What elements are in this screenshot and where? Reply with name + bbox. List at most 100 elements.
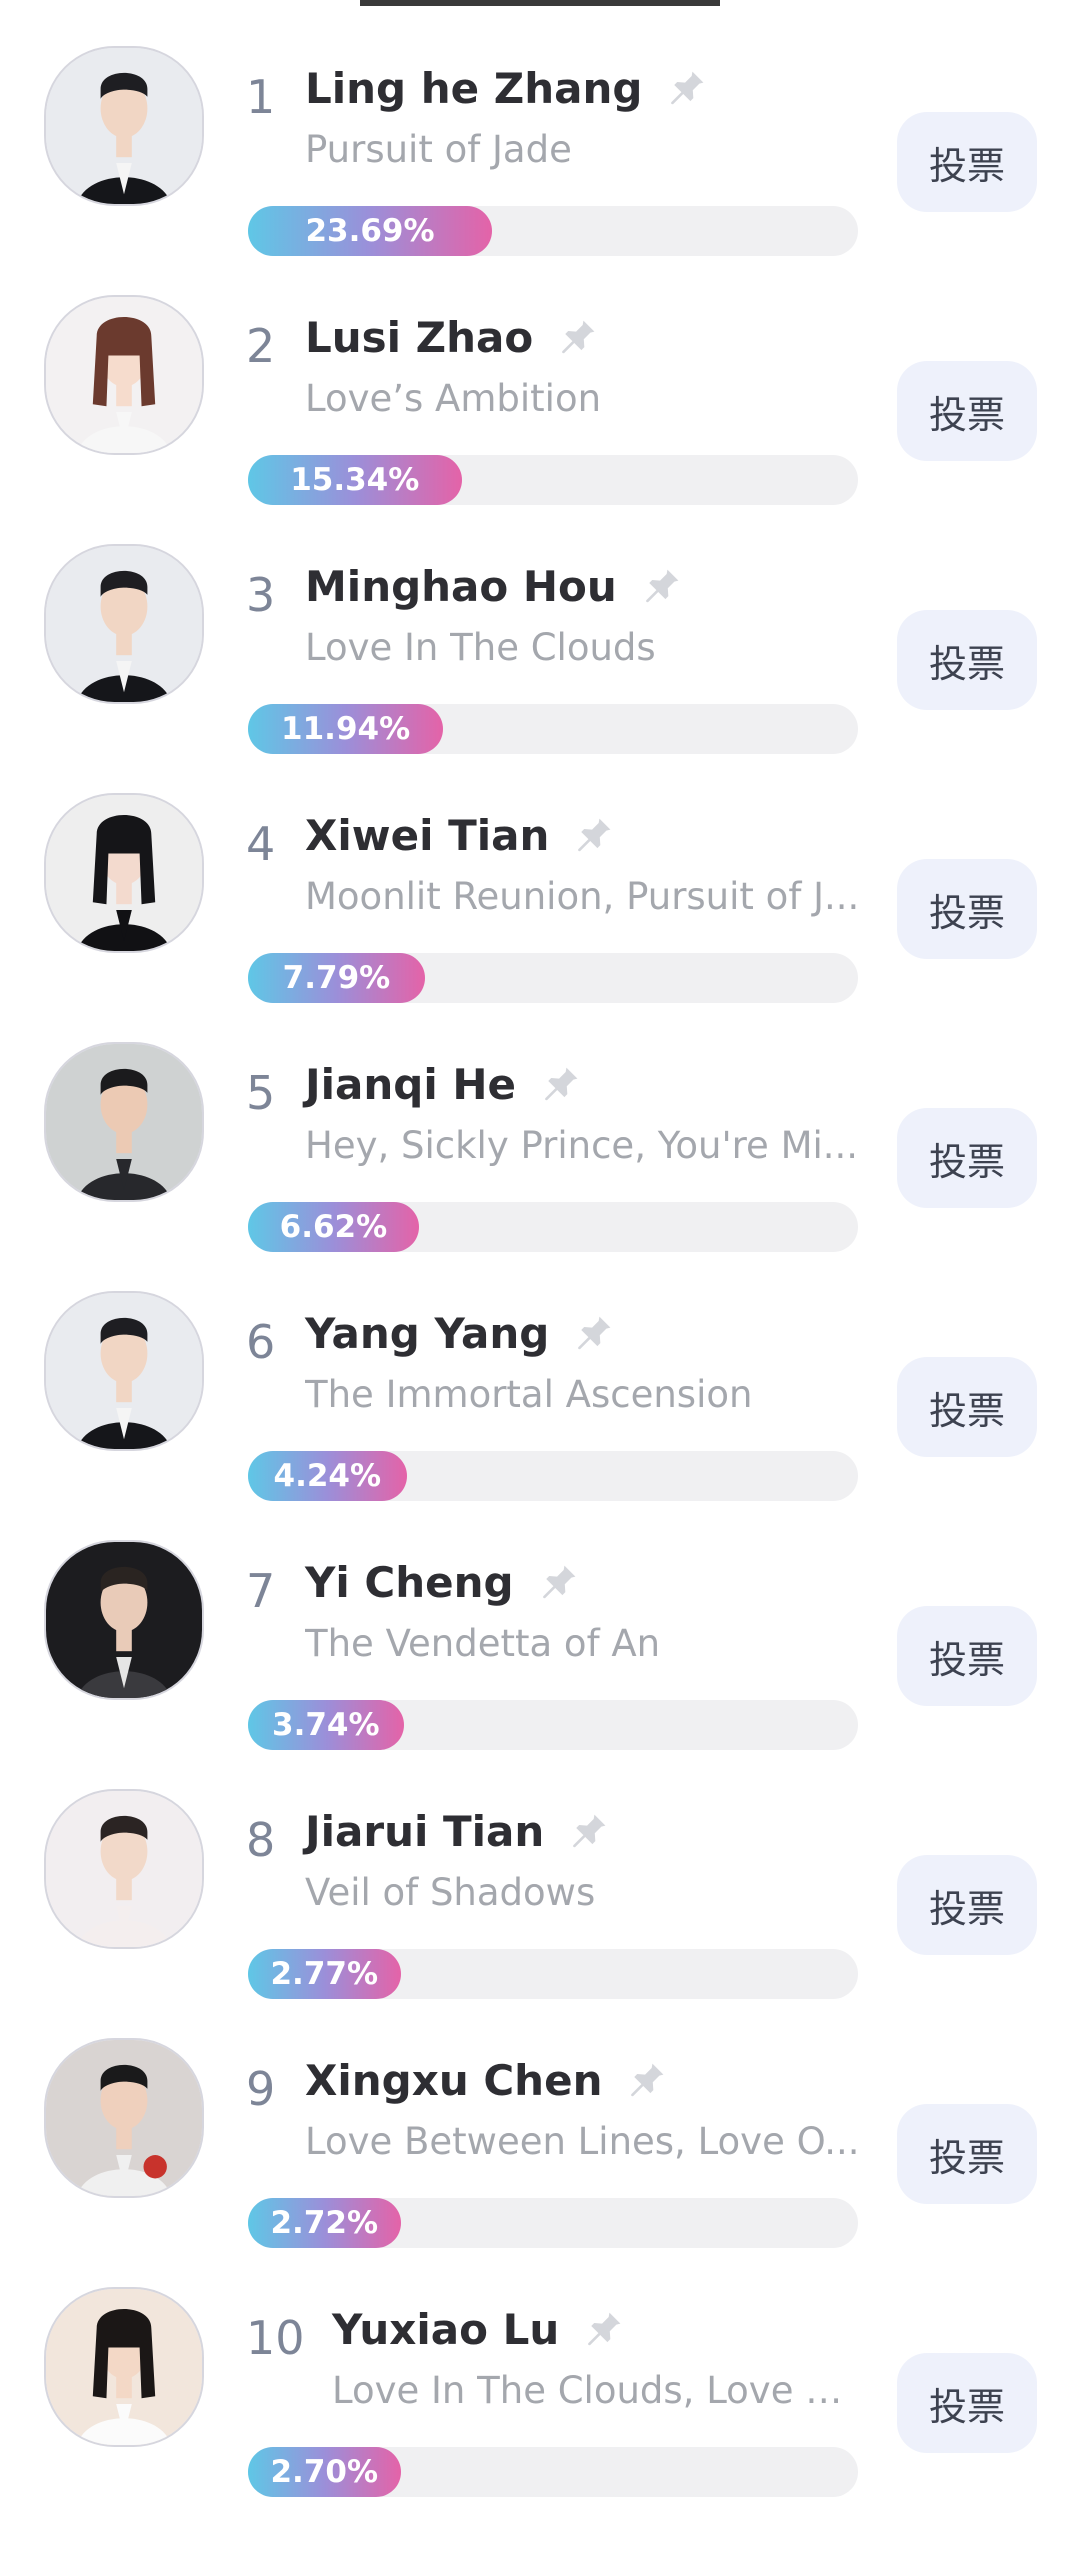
candidate-name: Yuxiao Lu — [332, 2305, 625, 2355]
ranking-row: 8 Jiarui Tian Veil of Shadows 2.77% 投票 — [0, 1743, 1080, 1999]
rank-number: 6 — [246, 1315, 276, 1369]
rank-number: 7 — [246, 1564, 276, 1618]
pin-icon-graphic — [545, 1067, 578, 1101]
vote-button[interactable]: 投票 — [897, 2353, 1037, 2453]
candidate-name: Jiarui Tian — [305, 1807, 610, 1857]
avatar-portrait — [46, 1044, 202, 1200]
candidate-work: Love In The Clouds, Love B... — [332, 2369, 860, 2412]
candidate-name: Lusi Zhao — [305, 313, 599, 363]
candidate-name-text: Yuxiao Lu — [332, 2305, 560, 2354]
ranking-row: 1 Ling he Zhang Pursuit of Jade 23.69% 投… — [0, 0, 1080, 256]
ranking-row: 9 Xingxu Chen Love Between Lines, Love O… — [0, 1992, 1080, 2248]
pin-icon-graphic — [542, 1565, 576, 1599]
vote-button[interactable]: 投票 — [897, 1855, 1037, 1955]
avatar-portrait — [46, 795, 202, 951]
candidate-name: Xingxu Chen — [305, 2056, 668, 2106]
rank-number: 4 — [246, 817, 276, 871]
pin-icon[interactable] — [536, 1561, 580, 1605]
avatar[interactable] — [44, 46, 204, 206]
candidate-name: Minghao Hou — [305, 562, 683, 612]
candidate-name: Jianqi He — [305, 1060, 582, 1110]
ranking-row: 2 Lusi Zhao Love’s Ambition 15.34% 投票 — [0, 249, 1080, 505]
candidate-name-text: Lusi Zhao — [305, 313, 534, 362]
avatar-portrait — [46, 1293, 202, 1449]
avatar-portrait — [46, 48, 202, 204]
avatar[interactable] — [44, 793, 204, 953]
pin-icon-graphic — [578, 1316, 611, 1350]
candidate-name-text: Yi Cheng — [305, 1558, 514, 1607]
avatar-portrait — [46, 2040, 202, 2196]
ranking-row: 3 Minghao Hou Love In The Clouds 11.94% … — [0, 498, 1080, 754]
vote-button[interactable]: 投票 — [897, 1357, 1037, 1457]
vote-button[interactable]: 投票 — [897, 112, 1037, 212]
candidate-name-text: Jiarui Tian — [305, 1807, 545, 1856]
candidate-name-text: Minghao Hou — [305, 562, 617, 611]
avatar[interactable] — [44, 1540, 204, 1700]
pin-icon[interactable] — [555, 316, 599, 360]
candidate-name: Xiwei Tian — [305, 811, 615, 861]
candidate-name-text: Yang Yang — [305, 1309, 550, 1358]
rank-number: 3 — [246, 568, 276, 622]
ranking-row: 4 Xiwei Tian Moonlit Reunion, Pursuit of… — [0, 747, 1080, 1003]
candidate-name-text: Ling he Zhang — [305, 64, 643, 113]
vote-button[interactable]: 投票 — [897, 859, 1037, 959]
pin-icon-graphic — [631, 2063, 664, 2097]
ranking-row: 5 Jianqi He Hey, Sickly Prince, You're M… — [0, 996, 1080, 1252]
candidate-work: Moonlit Reunion, Pursuit of J... — [305, 875, 860, 918]
rank-number: 5 — [246, 1066, 276, 1120]
candidate-work: Veil of Shadows — [305, 1871, 596, 1914]
pin-icon[interactable] — [538, 1063, 582, 1107]
candidate-name: Yi Cheng — [305, 1558, 580, 1608]
avatar-portrait — [46, 1542, 202, 1698]
candidate-name-text: Xiwei Tian — [305, 811, 550, 860]
vote-button[interactable]: 投票 — [897, 1606, 1037, 1706]
avatar[interactable] — [44, 544, 204, 704]
pin-icon[interactable] — [664, 67, 708, 111]
avatar[interactable] — [44, 1291, 204, 1451]
candidate-name-text: Xingxu Chen — [305, 2056, 603, 2105]
pin-icon-graphic — [645, 569, 679, 603]
pin-icon-graphic — [578, 818, 611, 852]
candidate-work: Love Between Lines, Love O... — [305, 2120, 860, 2163]
pin-icon[interactable] — [624, 2059, 668, 2103]
candidate-name: Yang Yang — [305, 1309, 615, 1359]
rank-number: 1 — [246, 70, 276, 124]
avatar[interactable] — [44, 1789, 204, 1949]
pin-icon[interactable] — [566, 1810, 610, 1854]
candidate-work: Love In The Clouds — [305, 626, 656, 669]
pin-icon-graphic — [671, 71, 704, 105]
pin-icon[interactable] — [571, 1312, 615, 1356]
candidate-work: The Immortal Ascension — [305, 1373, 753, 1416]
vote-button[interactable]: 投票 — [897, 361, 1037, 461]
avatar-portrait — [46, 297, 202, 453]
candidate-work: The Vendetta of An — [305, 1622, 661, 1665]
avatar-portrait — [46, 2289, 202, 2445]
rank-number: 8 — [246, 1813, 276, 1867]
rank-number: 9 — [246, 2062, 276, 2116]
avatar[interactable] — [44, 2038, 204, 2198]
pin-icon-graphic — [573, 1814, 606, 1848]
avatar-portrait — [46, 1791, 202, 1947]
avatar[interactable] — [44, 295, 204, 455]
vote-button[interactable]: 投票 — [897, 2104, 1037, 2204]
ranking-row: 7 Yi Cheng The Vendetta of An 3.74% 投票 — [0, 1494, 1080, 1750]
avatar[interactable] — [44, 1042, 204, 1202]
vote-button[interactable]: 投票 — [897, 1108, 1037, 1208]
pin-icon-graphic — [562, 320, 595, 354]
candidate-name: Ling he Zhang — [305, 64, 708, 114]
pin-icon[interactable] — [639, 565, 683, 609]
candidate-name-text: Jianqi He — [305, 1060, 516, 1109]
pin-icon[interactable] — [571, 814, 615, 858]
vote-share-bar: 2.70% — [248, 2447, 858, 2497]
pin-icon[interactable] — [581, 2308, 625, 2352]
candidate-work: Love’s Ambition — [305, 377, 602, 420]
candidate-work: Pursuit of Jade — [305, 128, 572, 171]
vote-button[interactable]: 投票 — [897, 610, 1037, 710]
rank-number: 10 — [246, 2311, 305, 2365]
vote-share-fill: 2.70% — [248, 2447, 401, 2497]
ranking-row: 10 Yuxiao Lu Love In The Clouds, Love B.… — [0, 2241, 1080, 2497]
avatar[interactable] — [44, 2287, 204, 2447]
rank-number: 2 — [246, 319, 276, 373]
ranking-row: 6 Yang Yang The Immortal Ascension 4.24%… — [0, 1245, 1080, 1501]
candidate-work: Hey, Sickly Prince, You're Mi... — [305, 1124, 859, 1167]
